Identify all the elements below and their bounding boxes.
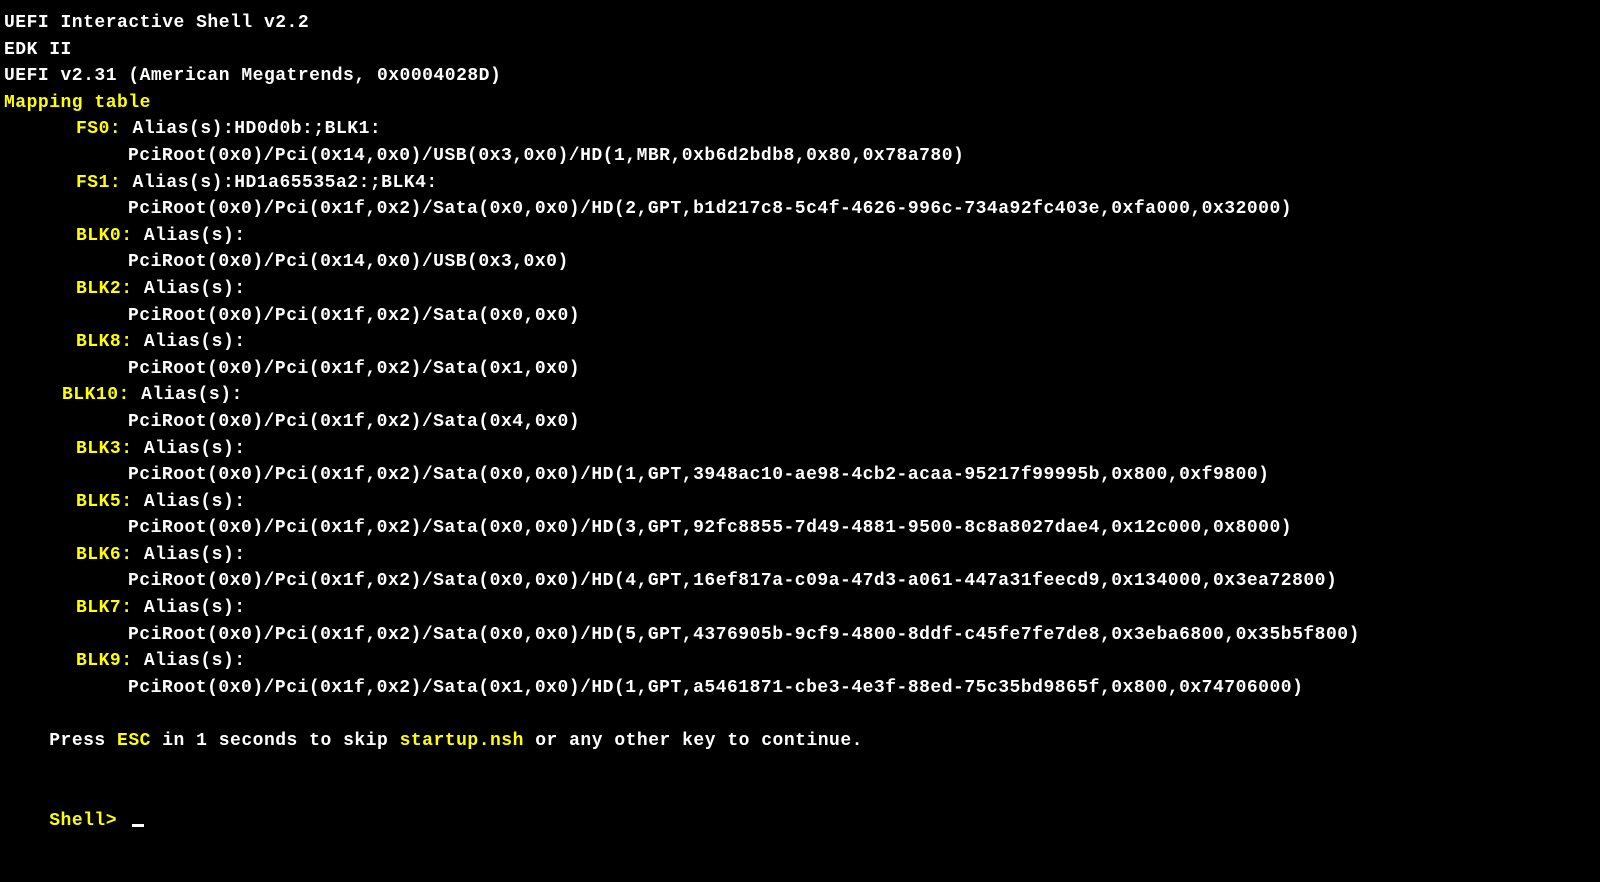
device-name: FS0: [76, 119, 121, 139]
device-path: PciRoot(0x0)/Pci(0x14,0x0)/USB(0x3,0x0)/… [0, 143, 1600, 170]
mapping-entry-header: BLK3: Alias(s): [0, 436, 1600, 463]
mapping-entry-header: BLK7: Alias(s): [0, 595, 1600, 622]
alias-label: Alias(s): [144, 279, 246, 299]
device-path: PciRoot(0x0)/Pci(0x1f,0x2)/Sata(0x0,0x0)… [0, 622, 1600, 649]
header-line3: UEFI v2.31 (American Megatrends, 0x00040… [0, 63, 1600, 90]
shell-prompt-line[interactable]: Shell> [0, 781, 1600, 861]
uefi-shell-console: UEFI Interactive Shell v2.2 EDK II UEFI … [0, 10, 1600, 861]
mapping-entry-header: FS0: Alias(s):HD0d0b:;BLK1: [0, 116, 1600, 143]
press-esc-line: Press ESC in 1 seconds to skip startup.n… [0, 701, 1600, 781]
alias-value: HD1a65535a2:;BLK4: [234, 173, 437, 193]
alias-label: Alias(s): [144, 492, 246, 512]
device-name: BLK9: [76, 651, 133, 671]
device-name: BLK3: [76, 439, 133, 459]
alias-label: Alias(s): [144, 545, 246, 565]
device-name: FS1: [76, 173, 121, 193]
device-name: BLK10: [62, 385, 130, 405]
mapping-entry-header: BLK9: Alias(s): [0, 648, 1600, 675]
device-name: BLK8: [76, 332, 133, 352]
alias-label: Alias(s): [133, 119, 235, 139]
mapping-entry-header: BLK8: Alias(s): [0, 329, 1600, 356]
device-path: PciRoot(0x0)/Pci(0x1f,0x2)/Sata(0x0,0x0)… [0, 196, 1600, 223]
alias-label: Alias(s): [144, 332, 246, 352]
mapping-table: FS0: Alias(s):HD0d0b:;BLK1:PciRoot(0x0)/… [0, 116, 1600, 701]
device-path: PciRoot(0x0)/Pci(0x1f,0x2)/Sata(0x1,0x0)… [0, 675, 1600, 702]
cursor-icon [132, 824, 144, 827]
mapping-entry-header: FS1: Alias(s):HD1a65535a2:;BLK4: [0, 170, 1600, 197]
device-name: BLK7: [76, 598, 133, 618]
device-path: PciRoot(0x0)/Pci(0x14,0x0)/USB(0x3,0x0) [0, 249, 1600, 276]
mapping-entry-header: BLK5: Alias(s): [0, 489, 1600, 516]
mapping-entry-header: BLK0: Alias(s): [0, 223, 1600, 250]
press-mid2: or any other key to continue. [524, 731, 863, 751]
esc-key: ESC [117, 731, 151, 751]
alias-label: Alias(s): [144, 651, 246, 671]
mapping-entry-header: BLK10: Alias(s): [0, 382, 1600, 409]
header-line1: UEFI Interactive Shell v2.2 [0, 10, 1600, 37]
device-path: PciRoot(0x0)/Pci(0x1f,0x2)/Sata(0x0,0x0)… [0, 515, 1600, 542]
device-name: BLK2: [76, 279, 133, 299]
device-path: PciRoot(0x0)/Pci(0x1f,0x2)/Sata(0x4,0x0) [0, 409, 1600, 436]
alias-label: Alias(s): [133, 173, 235, 193]
device-path: PciRoot(0x0)/Pci(0x1f,0x2)/Sata(0x1,0x0) [0, 356, 1600, 383]
mapping-entry-header: BLK2: Alias(s): [0, 276, 1600, 303]
alias-label: Alias(s): [144, 226, 246, 246]
alias-label: Alias(s): [144, 439, 246, 459]
startup-nsh: startup.nsh [400, 731, 524, 751]
device-name: BLK6: [76, 545, 133, 565]
device-name: BLK5: [76, 492, 133, 512]
alias-label: Alias(s): [144, 598, 246, 618]
press-mid1: in 1 seconds to skip [151, 731, 400, 751]
device-path: PciRoot(0x0)/Pci(0x1f,0x2)/Sata(0x0,0x0)… [0, 568, 1600, 595]
header-line2: EDK II [0, 37, 1600, 64]
device-path: PciRoot(0x0)/Pci(0x1f,0x2)/Sata(0x0,0x0) [0, 303, 1600, 330]
alias-label: Alias(s): [141, 385, 243, 405]
device-path: PciRoot(0x0)/Pci(0x1f,0x2)/Sata(0x0,0x0)… [0, 462, 1600, 489]
device-name: BLK0: [76, 226, 133, 246]
mapping-table-title: Mapping table [0, 90, 1600, 117]
mapping-entry-header: BLK6: Alias(s): [0, 542, 1600, 569]
shell-prompt: Shell> [49, 811, 128, 831]
alias-value: HD0d0b:;BLK1: [234, 119, 381, 139]
press-prefix: Press [49, 731, 117, 751]
